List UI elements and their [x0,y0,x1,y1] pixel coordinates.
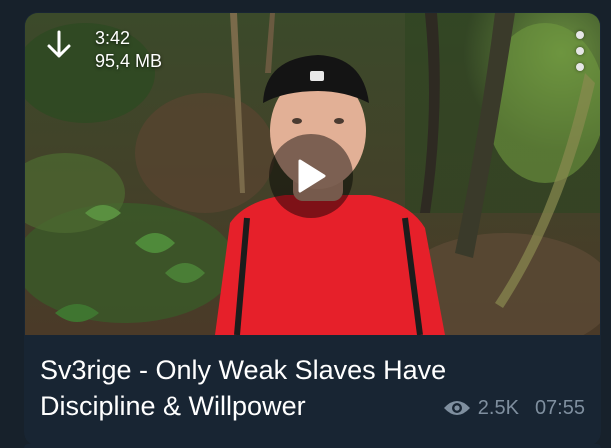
video-file-size: 95,4 MB [95,51,163,71]
next-message-edge [24,444,601,448]
message-caption: Sv3rige - Only Weak Slaves Have Discipli… [40,355,447,421]
message-time: 07:55 [534,397,585,419]
message-footer: 2.5K 07:55 [442,396,585,420]
view-count: 2.5K [477,397,519,419]
download-button[interactable] [37,23,81,67]
video-meta: 3:42 95,4 MB [95,27,162,73]
video-player[interactable]: 3:42 95,4 MB [25,13,600,335]
video-duration: 3:42 [95,28,131,48]
play-button[interactable] [269,134,353,218]
message-bubble[interactable]: 3:42 95,4 MB Sv3rige - Only Weak Slaves … [24,12,601,446]
more-options-button[interactable] [570,29,590,73]
play-icon [298,159,326,193]
video-info: 3:42 95,4 MB [37,23,162,73]
eye-icon [442,398,472,418]
download-arrow-icon [47,30,71,58]
more-vertical-icon [576,31,584,39]
